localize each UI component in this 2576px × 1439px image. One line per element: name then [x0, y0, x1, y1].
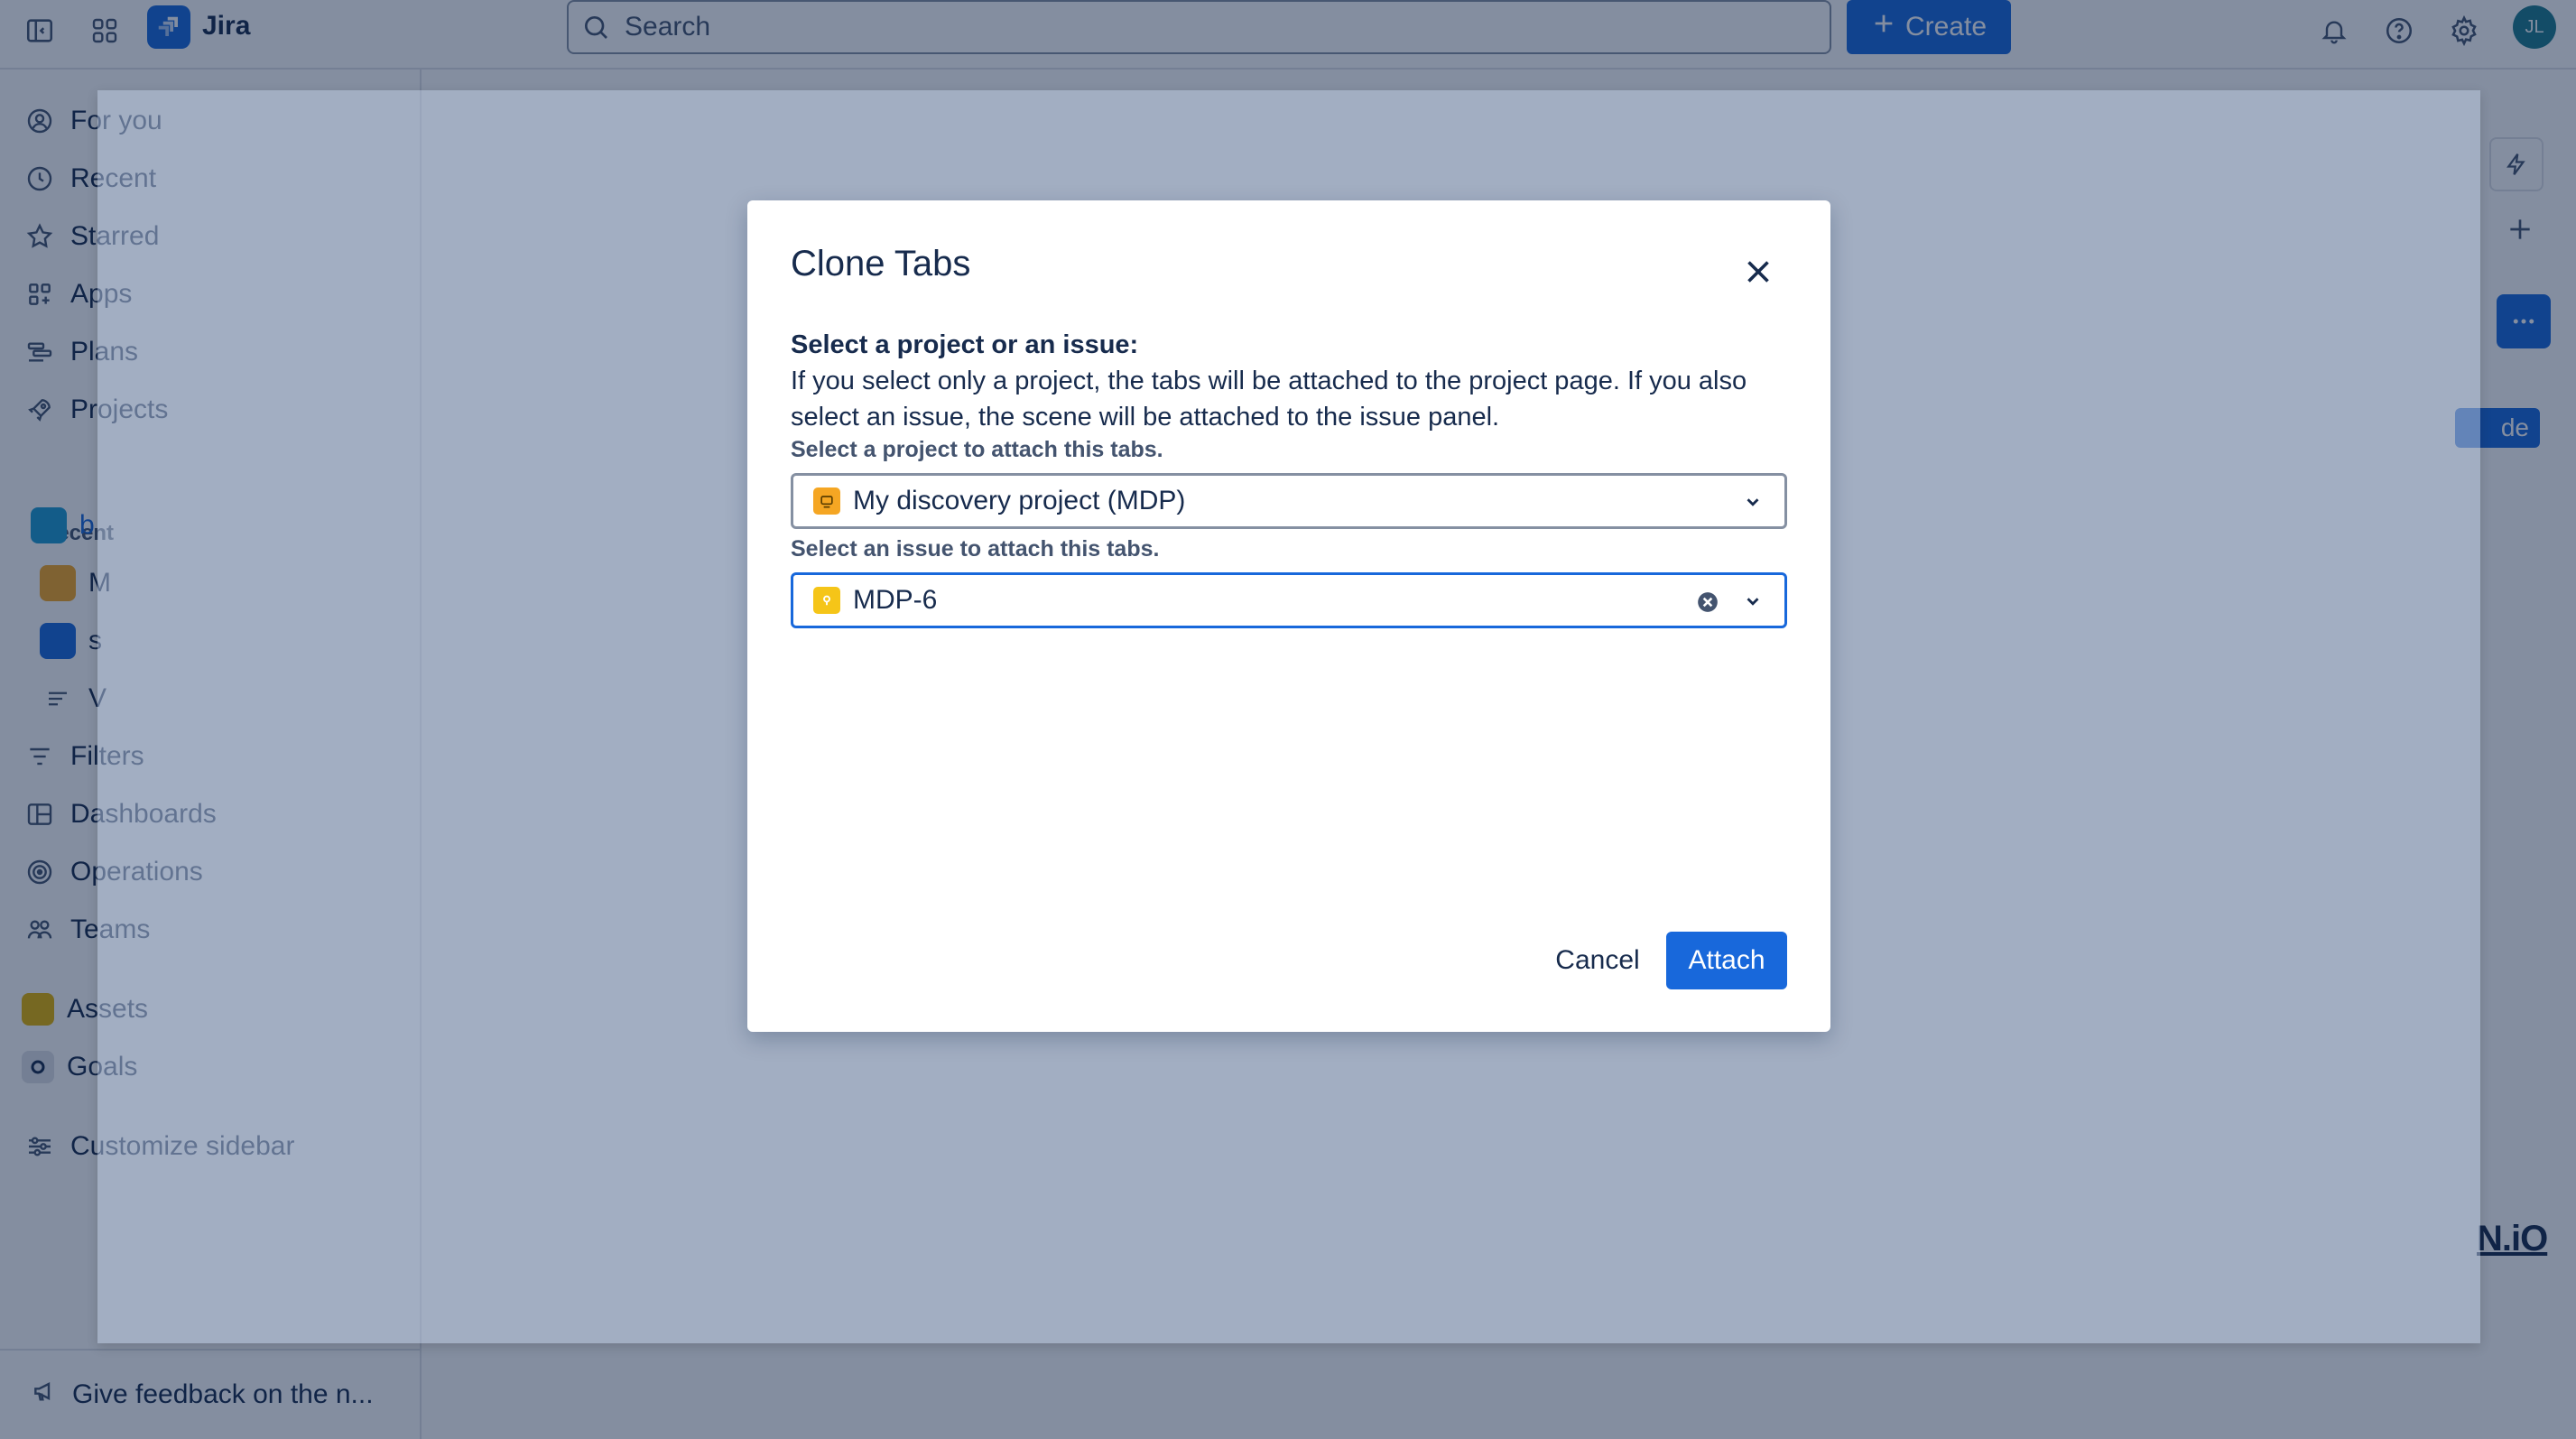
chevron-down-icon[interactable] — [1741, 590, 1765, 613]
project-field-label: Select a project to attach this tabs. — [791, 437, 1163, 462]
dialog-title: Clone Tabs — [791, 244, 971, 283]
issue-type-icon — [813, 587, 840, 614]
project-select[interactable]: My discovery project (MDP) — [791, 473, 1787, 529]
dialog-description: If you select only a project, the tabs w… — [791, 367, 1747, 432]
chevron-down-icon[interactable] — [1741, 490, 1765, 514]
issue-field-label: Select an issue to attach this tabs. — [791, 536, 1160, 562]
attach-button[interactable]: Attach — [1666, 932, 1787, 989]
cancel-button[interactable]: Cancel — [1542, 932, 1654, 989]
project-select-value: My discovery project (MDP) — [853, 486, 1186, 515]
close-button[interactable] — [1737, 251, 1780, 294]
issue-select-value: MDP-6 — [853, 585, 938, 615]
clear-icon[interactable] — [1694, 589, 1721, 616]
clone-tabs-dialog: Clone Tabs Select a project or an issue:… — [747, 200, 1830, 1032]
dialog-heading: Select a project or an issue: — [791, 330, 1139, 359]
close-icon — [1742, 255, 1774, 291]
issue-select[interactable]: MDP-6 — [791, 572, 1787, 628]
project-avatar-icon — [813, 487, 840, 515]
